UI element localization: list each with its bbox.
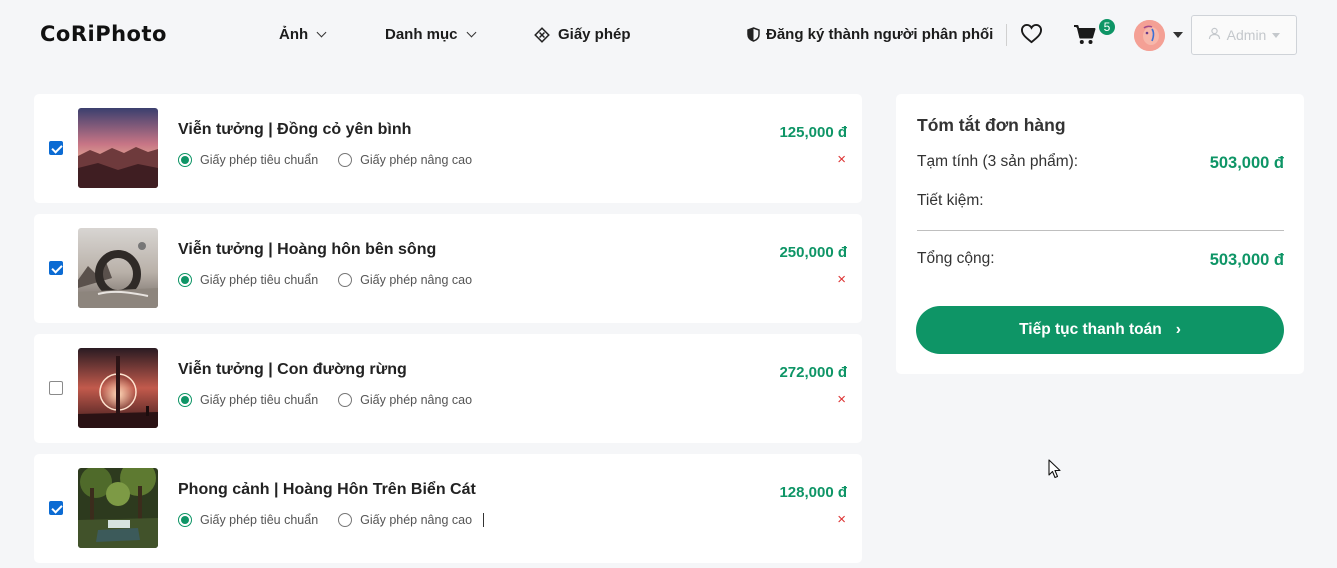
admin-button[interactable]: Admin — [1191, 15, 1297, 55]
nav-photos[interactable]: Ảnh — [279, 26, 327, 43]
nav-license[interactable]: Giấy phép — [534, 26, 631, 43]
mouse-pointer-icon — [1048, 459, 1062, 484]
radio-advanced[interactable] — [338, 153, 353, 167]
cart-count-badge: 5 — [1097, 17, 1117, 37]
license-options: Giấy phép tiêu chuẩn Giấy phép nâng cao — [178, 513, 485, 527]
item-price: 250,000 đ — [779, 244, 847, 261]
nav-categories-label: Danh mục — [385, 26, 458, 43]
license-standard-label: Giấy phép tiêu chuẩn — [200, 513, 319, 527]
radio-standard[interactable] — [178, 153, 192, 167]
cart-icon[interactable] — [1073, 24, 1097, 51]
license-advanced-label: Giấy phép nâng cao — [360, 273, 473, 287]
item-title[interactable]: Viễn tưởng | Hoàng hôn bên sông — [178, 241, 436, 259]
radio-standard[interactable] — [178, 273, 192, 287]
subtotal-value: 503,000 đ — [1209, 154, 1284, 172]
savings-label: Tiết kiệm: — [917, 192, 984, 209]
summary-divider — [917, 230, 1284, 231]
admin-label: Admin — [1226, 27, 1267, 43]
license-options: Giấy phép tiêu chuẩn Giấy phép nâng cao — [178, 153, 472, 167]
cart-item: Viễn tưởng | Đồng cỏ yên bình Giấy phép … — [34, 94, 862, 203]
item-price: 125,000 đ — [779, 124, 847, 141]
license-standard-option[interactable]: Giấy phép tiêu chuẩn — [178, 393, 318, 407]
radio-advanced[interactable] — [338, 273, 353, 287]
license-advanced-label: Giấy phép nâng cao — [360, 153, 473, 167]
chevron-down-icon — [466, 27, 476, 38]
license-advanced-label: Giấy phép nâng cao — [360, 513, 473, 527]
subtotal-label: Tạm tính (3 sản phẩm): — [917, 153, 1079, 170]
checkout-label: Tiếp tục thanh toán — [1019, 321, 1162, 338]
radio-advanced[interactable] — [338, 513, 353, 527]
top-header: CoRiPhoto Ảnh Danh mục Giấy phép Đăng ký… — [0, 0, 1337, 72]
text-cursor — [483, 513, 485, 527]
chevron-right-icon: › — [1175, 321, 1181, 338]
item-thumbnail[interactable] — [78, 468, 158, 548]
distributor-label: Đăng ký thành người phân phối — [766, 26, 994, 43]
logo[interactable]: CoRiPhoto — [40, 22, 167, 46]
total-label: Tổng cộng: — [917, 250, 995, 267]
header-divider — [1006, 24, 1007, 46]
item-title[interactable]: Viễn tưởng | Con đường rừng — [178, 361, 407, 379]
diamond-grid-icon — [534, 26, 550, 43]
item-checkbox[interactable] — [49, 141, 63, 155]
radio-standard[interactable] — [178, 393, 192, 407]
summary-title: Tóm tắt đơn hàng — [917, 115, 1066, 135]
order-summary: Tóm tắt đơn hàng Tạm tính (3 sản phẩm): … — [896, 94, 1304, 374]
license-options: Giấy phép tiêu chuẩn Giấy phép nâng cao — [178, 393, 472, 407]
nav-categories[interactable]: Danh mục — [385, 26, 476, 43]
item-thumbnail[interactable] — [78, 108, 158, 188]
remove-icon[interactable]: × — [837, 152, 846, 167]
caret-down-icon — [1272, 32, 1281, 38]
license-standard-option[interactable]: Giấy phép tiêu chuẩn — [178, 513, 318, 527]
nav-photos-label: Ảnh — [279, 26, 309, 43]
license-standard-label: Giấy phép tiêu chuẩn — [200, 273, 319, 287]
chevron-down-icon — [316, 27, 327, 38]
half-shield-icon — [747, 27, 760, 42]
item-thumbnail[interactable] — [78, 228, 158, 308]
license-advanced-option[interactable]: Giấy phép nâng cao — [338, 273, 472, 287]
item-price: 272,000 đ — [779, 364, 847, 381]
license-advanced-option[interactable]: Giấy phép nâng cao — [338, 513, 485, 527]
license-standard-label: Giấy phép tiêu chuẩn — [200, 153, 319, 167]
avatar[interactable] — [1134, 20, 1165, 51]
item-checkbox[interactable] — [49, 261, 63, 275]
item-title[interactable]: Viễn tưởng | Đồng cỏ yên bình — [178, 121, 411, 139]
distributor-link[interactable]: Đăng ký thành người phân phối — [747, 26, 993, 43]
remove-icon[interactable]: × — [837, 272, 846, 287]
checkout-button[interactable]: Tiếp tục thanh toán › — [916, 306, 1284, 354]
license-advanced-label: Giấy phép nâng cao — [360, 393, 473, 407]
remove-icon[interactable]: × — [837, 512, 846, 527]
nav-license-label: Giấy phép — [558, 26, 631, 43]
remove-icon[interactable]: × — [837, 392, 846, 407]
item-checkbox[interactable] — [49, 381, 63, 395]
license-advanced-option[interactable]: Giấy phép nâng cao — [338, 153, 472, 167]
total-value: 503,000 đ — [1209, 251, 1284, 269]
license-standard-label: Giấy phép tiêu chuẩn — [200, 393, 319, 407]
item-thumbnail[interactable] — [78, 348, 158, 428]
heart-icon[interactable] — [1020, 23, 1043, 49]
item-title[interactable]: Phong cảnh | Hoàng Hôn Trên Biển Cát — [178, 481, 476, 499]
caret-down-icon[interactable] — [1173, 32, 1183, 38]
license-options: Giấy phép tiêu chuẩn Giấy phép nâng cao — [178, 273, 472, 287]
radio-standard[interactable] — [178, 513, 192, 527]
user-icon — [1208, 27, 1221, 43]
license-standard-option[interactable]: Giấy phép tiêu chuẩn — [178, 273, 318, 287]
item-price: 128,000 đ — [779, 484, 847, 501]
cart-item: Viễn tưởng | Con đường rừng Giấy phép ti… — [34, 334, 862, 443]
item-checkbox[interactable] — [49, 501, 63, 515]
cart-item: Phong cảnh | Hoàng Hôn Trên Biển Cát Giấ… — [34, 454, 862, 563]
radio-advanced[interactable] — [338, 393, 353, 407]
license-standard-option[interactable]: Giấy phép tiêu chuẩn — [178, 153, 318, 167]
cart-item: Viễn tưởng | Hoàng hôn bên sông Giấy phé… — [34, 214, 862, 323]
license-advanced-option[interactable]: Giấy phép nâng cao — [338, 393, 472, 407]
